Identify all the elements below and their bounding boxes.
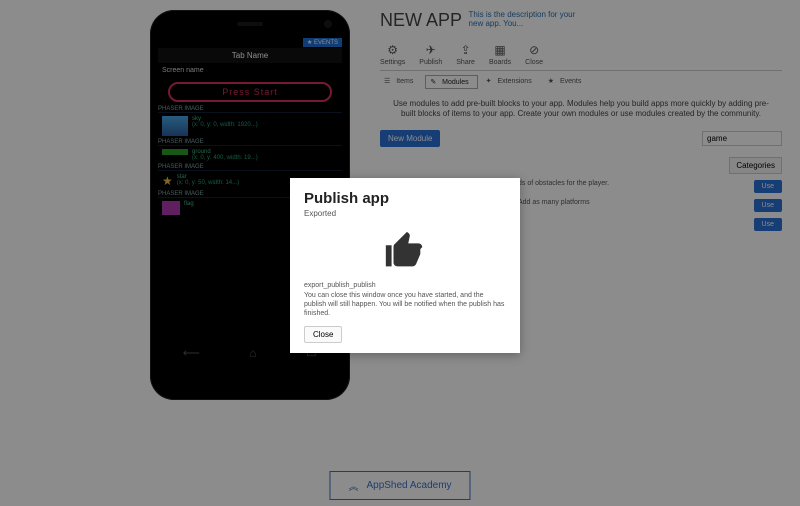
- modal-close-button[interactable]: Close: [304, 326, 342, 343]
- thumbs-up-icon: [380, 228, 430, 274]
- modal-id: export_publish_publish: [304, 282, 506, 289]
- publish-modal: Publish app Exported export_publish_publ…: [290, 178, 520, 353]
- modal-text: You can close this window once you have …: [304, 291, 506, 318]
- modal-status: Exported: [304, 209, 506, 218]
- modal-title: Publish app: [304, 190, 506, 207]
